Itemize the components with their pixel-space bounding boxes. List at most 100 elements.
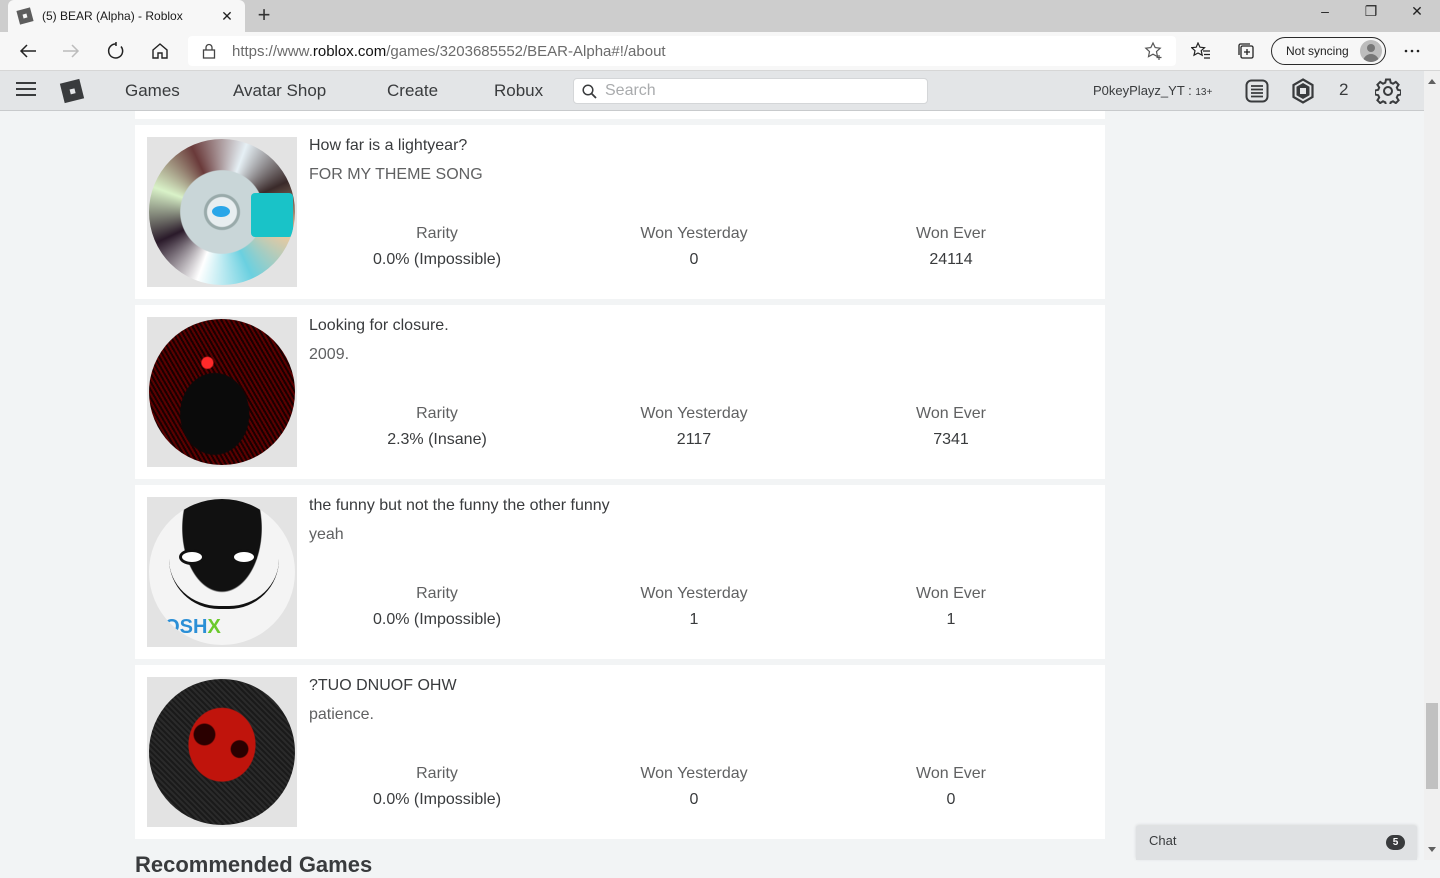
badge-description: yeah [309, 526, 344, 543]
roblox-header: Games Avatar Shop Create Robux P0keyPlay… [0, 71, 1424, 111]
badge-won-ever: Won Ever 24114 [821, 225, 1081, 269]
stat-label: Rarity [416, 225, 458, 242]
close-window-button[interactable]: ✕ [1394, 0, 1440, 24]
nav-avatar-shop[interactable]: Avatar Shop [233, 81, 326, 101]
more-menu-button[interactable] [1397, 36, 1427, 66]
robux-button[interactable] [1290, 78, 1316, 104]
notifications-button[interactable] [1244, 78, 1270, 104]
profile-avatar-icon [1360, 40, 1382, 62]
tab-close-icon[interactable]: ✕ [219, 8, 235, 25]
stat-value: 0.0% (Impossible) [372, 611, 502, 628]
address-bar[interactable]: https://www. roblox.com/games/3203685552/… [188, 36, 1176, 66]
url-path: /games/3203685552/BEAR-Alpha#!/about [386, 42, 666, 60]
stat-label: Won Yesterday [640, 765, 748, 782]
tab-strip: (5) BEAR (Alpha) - Roblox ✕ + – ❐ ✕ [0, 0, 1440, 32]
new-tab-button[interactable]: + [252, 4, 276, 28]
stat-value: 24114 [929, 251, 973, 268]
badge-won-yesterday: Won Yesterday 0 [564, 765, 824, 809]
stat-label: Won Ever [916, 765, 986, 782]
search-icon [582, 83, 597, 99]
badge-won-yesterday: Won Yesterday 1 [564, 585, 824, 629]
roblox-logo-icon[interactable] [59, 78, 85, 104]
collections-button[interactable] [1231, 36, 1261, 66]
refresh-icon [107, 42, 124, 59]
chat-unread-badge: 5 [1386, 835, 1405, 850]
scrollbar-thumb[interactable] [1426, 703, 1438, 789]
badge-name[interactable]: ?TUO DNUOF OHW [309, 677, 457, 695]
search-box [573, 78, 928, 104]
star-add-icon[interactable] [1144, 41, 1164, 61]
robux-count[interactable]: 2 [1339, 80, 1348, 100]
scroll-down-icon[interactable] [1428, 847, 1436, 852]
more-dots-icon [1404, 49, 1420, 53]
badge-rarity: Rarity 0.0% (Impossible) [307, 225, 567, 269]
stat-value: 0 [689, 251, 699, 268]
refresh-button[interactable] [101, 36, 131, 66]
badge-description: 2009. [309, 346, 350, 363]
badge-card: How far is a lightyear? FOR MY THEME SON… [135, 125, 1105, 299]
username-label[interactable]: P0keyPlayz_YT : 13+ [1093, 83, 1212, 98]
chat-widget[interactable]: Chat 5 [1136, 826, 1417, 860]
badge-name[interactable]: How far is a lightyear? [309, 137, 467, 155]
badge-description: FOR MY THEME SONG [309, 166, 483, 183]
dark-red-face-badge-icon [149, 679, 295, 825]
badge-image[interactable]: JOSHX [147, 497, 297, 647]
forward-button[interactable] [56, 36, 86, 66]
chat-label: Chat [1149, 833, 1177, 848]
scroll-up-icon[interactable] [1428, 79, 1436, 84]
stat-label: Won Ever [916, 225, 986, 242]
stat-label: Rarity [416, 585, 458, 602]
red-figure-badge-icon [149, 319, 295, 465]
stat-value: 7341 [933, 431, 969, 448]
home-button[interactable] [145, 36, 175, 66]
url-prefix: https://www. [232, 42, 313, 60]
stat-value: 0 [689, 791, 699, 808]
badge-won-ever: Won Ever 7341 [821, 405, 1081, 449]
previous-card-edge [135, 111, 1105, 119]
restore-button[interactable]: ❐ [1348, 0, 1394, 24]
stat-label: Rarity [416, 405, 458, 422]
stat-label: Won Yesterday [640, 225, 748, 242]
badge-won-ever: Won Ever 1 [821, 585, 1081, 629]
stat-value: 1 [689, 611, 699, 628]
page-scrollbar[interactable] [1424, 71, 1440, 860]
badge-card: Looking for closure. 2009. Rarity 2.3% (… [135, 305, 1105, 479]
browser-tab-active[interactable]: (5) BEAR (Alpha) - Roblox ✕ [8, 0, 245, 32]
back-button[interactable] [13, 36, 43, 66]
favorites-button[interactable] [1186, 36, 1216, 66]
badge-rarity: Rarity 2.3% (Insane) [307, 405, 567, 449]
roblox-favicon-icon [16, 7, 34, 25]
nav-games[interactable]: Games [125, 81, 180, 101]
cd-face-badge-icon [149, 139, 295, 285]
badge-image[interactable] [147, 137, 297, 287]
profile-sync-button[interactable]: Not syncing [1271, 37, 1386, 65]
stat-label: Rarity [416, 765, 458, 782]
minimize-button[interactable]: – [1302, 0, 1348, 24]
badges-list: How far is a lightyear? FOR MY THEME SON… [135, 111, 1105, 839]
badge-image[interactable] [147, 317, 297, 467]
menu-icon[interactable] [16, 82, 36, 98]
badge-name[interactable]: the funny but not the funny the other fu… [309, 497, 610, 515]
stat-value: 2117 [676, 431, 712, 448]
badge-won-yesterday: Won Yesterday 0 [564, 225, 824, 269]
collections-icon [1238, 43, 1254, 59]
stat-value: 2.3% (Insane) [387, 431, 487, 448]
stat-value: 0.0% (Impossible) [372, 251, 502, 268]
arrow-right-icon [63, 44, 80, 58]
badge-won-yesterday: Won Yesterday 2117 [564, 405, 824, 449]
meme-face-badge-icon: JOSHX [149, 499, 295, 645]
tab-title: (5) BEAR (Alpha) - Roblox [42, 9, 183, 23]
badge-image[interactable] [147, 677, 297, 827]
badge-name[interactable]: Looking for closure. [309, 317, 449, 335]
badge-rarity: Rarity 0.0% (Impossible) [307, 765, 567, 809]
nav-create[interactable]: Create [387, 81, 438, 101]
username-text: P0keyPlayz_YT : [1093, 83, 1196, 98]
age-tag: 13+ [1195, 87, 1213, 98]
stat-label: Won Ever [916, 585, 986, 602]
search-input[interactable] [605, 82, 905, 100]
recommended-games-heading: Recommended Games [135, 852, 373, 877]
settings-button[interactable] [1375, 78, 1401, 104]
nav-robux[interactable]: Robux [494, 81, 543, 101]
home-icon [152, 43, 168, 59]
lock-icon [202, 43, 216, 59]
